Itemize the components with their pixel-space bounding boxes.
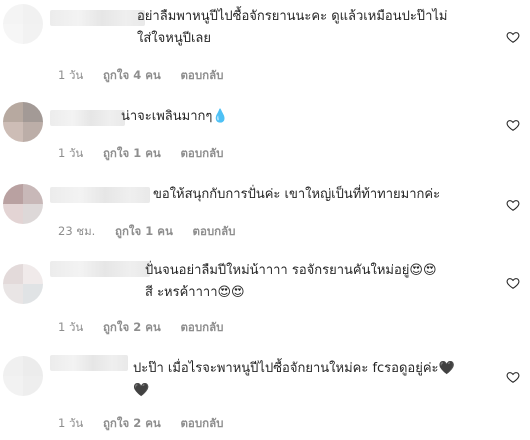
comment-likes[interactable]: ถูกใจ 1 คน [103, 145, 161, 163]
heart-icon[interactable] [506, 118, 520, 132]
reply-button[interactable]: ตอบกลับ [193, 223, 236, 241]
comment-likes[interactable]: ถูกใจ 1 คน [115, 223, 173, 241]
username-blurred[interactable] [50, 187, 150, 203]
heart-icon[interactable] [506, 276, 520, 290]
comment-text: ปะป๊า เมื่อไรจะพาหนูปีไปซื้อจักยานใหม่คะ… [133, 361, 455, 398]
avatar[interactable] [3, 264, 43, 304]
comment-meta: 1 วัน ถูกใจ 2 คน ตอบกลับ [58, 319, 239, 337]
comment-meta: 23 ชม. ถูกใจ 1 คน ตอบกลับ [58, 223, 252, 241]
comment-time[interactable]: 1 วัน [58, 145, 83, 163]
username-blurred[interactable] [50, 261, 150, 277]
username-blurred[interactable] [50, 110, 125, 126]
comment-time[interactable]: 1 วัน [58, 67, 83, 85]
comment-likes[interactable]: ถูกใจ 2 คน [103, 415, 161, 433]
comment-likes[interactable]: ถูกใจ 4 คน [103, 67, 161, 85]
comment-item: ขอให้สนุกกับการปั่นค่ะ เขาใหญ่เป็นที่ท้า… [0, 176, 530, 246]
reply-button[interactable]: ตอบกลับ [180, 415, 223, 433]
comment-text: น่าจะเพลินมากๆ💧 [121, 109, 229, 124]
avatar[interactable] [3, 184, 43, 224]
comment-meta: 1 วัน ถูกใจ 1 คน ตอบกลับ [58, 145, 239, 163]
username-blurred[interactable] [50, 355, 128, 371]
comment-text: อย่าลืมพาหนูปีไปซื้อจักรยานนะคะ ดูแล้วเห… [137, 9, 448, 46]
avatar[interactable] [3, 4, 43, 44]
comment-item: ปะป๊า เมื่อไรจะพาหนูปีไปซื้อจักยานใหม่คะ… [0, 348, 530, 438]
comment-item: อย่าลืมพาหนูปีไปซื้อจักรยานนะคะ ดูแล้วเห… [0, 0, 530, 90]
reply-button[interactable]: ตอบกลับ [180, 67, 223, 85]
heart-icon[interactable] [506, 370, 520, 384]
comment-text: ขอให้สนุกกับการปั่นค่ะ เขาใหญ่เป็นที่ท้า… [153, 187, 441, 202]
heart-icon[interactable] [506, 30, 520, 44]
comment-item: ปั่นจนอย่าลืมปีใหม่น้าาาา รอจักรยานคันให… [0, 256, 530, 340]
comment-meta: 1 วัน ถูกใจ 4 คน ตอบกลับ [58, 67, 239, 85]
avatar[interactable] [3, 356, 43, 396]
comments-list: อย่าลืมพาหนูปีไปซื้อจักรยานนะคะ ดูแล้วเห… [0, 0, 530, 440]
reply-button[interactable]: ตอบกลับ [180, 145, 223, 163]
comment-time[interactable]: 23 ชม. [58, 223, 95, 241]
comment-likes[interactable]: ถูกใจ 2 คน [103, 319, 161, 337]
comment-time[interactable]: 1 วัน [58, 415, 83, 433]
comment-text: ปั่นจนอย่าลืมปีใหม่น้าาาา รอจักรยานคันให… [145, 263, 437, 300]
comment-meta: 1 วัน ถูกใจ 2 คน ตอบกลับ [58, 415, 239, 433]
comment-item: น่าจะเพลินมากๆ💧 1 วัน ถูกใจ 1 คน ตอบกลับ [0, 96, 530, 166]
comment-time[interactable]: 1 วัน [58, 319, 83, 337]
avatar[interactable] [3, 102, 43, 142]
reply-button[interactable]: ตอบกลับ [180, 319, 223, 337]
username-blurred[interactable] [50, 10, 145, 26]
heart-icon[interactable] [506, 198, 520, 212]
